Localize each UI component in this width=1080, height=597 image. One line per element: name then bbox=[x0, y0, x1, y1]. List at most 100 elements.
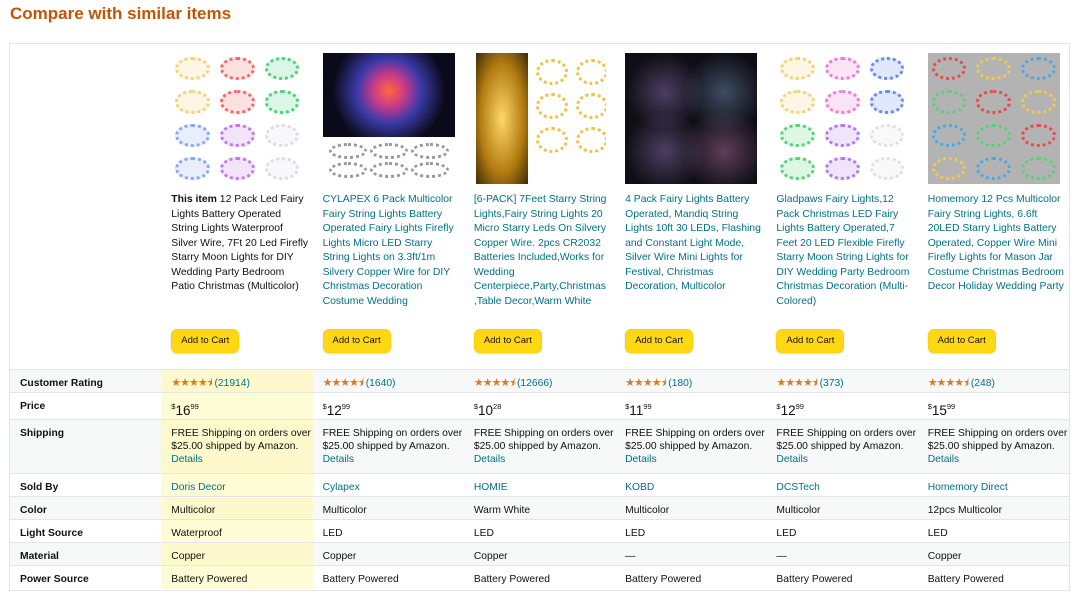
shipping-details-link[interactable]: Details bbox=[171, 454, 202, 465]
price-cents: 99 bbox=[643, 402, 652, 411]
material-cell: — bbox=[615, 542, 767, 566]
rating-count-link[interactable]: (1640) bbox=[366, 378, 396, 389]
shipping-row: Shipping FREE Shipping on orders over $2… bbox=[10, 419, 1069, 474]
add-to-cart-button[interactable]: Add to Cart bbox=[322, 329, 391, 353]
price-cents: 99 bbox=[190, 402, 199, 411]
product-column: [6-PACK] 7Feet Starry String Lights,Fair… bbox=[464, 44, 615, 370]
product-image[interactable] bbox=[776, 53, 909, 184]
product-title-text[interactable]: [6-PACK] 7Feet Starry String Lights,Fair… bbox=[474, 194, 607, 307]
light-source-cell: LED bbox=[312, 519, 464, 543]
add-to-cart-button[interactable]: Add to Cart bbox=[625, 329, 694, 353]
empty-corner-cell bbox=[10, 44, 161, 370]
color-cell: Multicolor bbox=[615, 496, 767, 520]
product-title-text[interactable]: Homemory 12 Pcs Multicolor Fairy String … bbox=[928, 194, 1064, 292]
star-rating-icon[interactable]: ★★★★⯨ bbox=[171, 377, 212, 389]
product-title[interactable]: Homemory 12 Pcs Multicolor Fairy String … bbox=[928, 193, 1066, 295]
seller-link[interactable]: KOBD bbox=[625, 482, 654, 493]
price-value: $1028 bbox=[474, 402, 502, 418]
light-source-cell: LED bbox=[917, 519, 1069, 543]
light-source-cell: LED bbox=[463, 519, 616, 543]
shipping-cell: FREE Shipping on orders over $25.00 ship… bbox=[312, 419, 464, 474]
shipping-label: Shipping bbox=[10, 419, 162, 474]
price-cents: 99 bbox=[795, 402, 804, 411]
rating-cell[interactable]: ★★★★⯨ (21914) bbox=[161, 369, 313, 393]
add-to-cart-button[interactable]: Add to Cart bbox=[473, 329, 542, 353]
shipping-cell: FREE Shipping on orders over $25.00 ship… bbox=[463, 419, 616, 474]
product-title-text[interactable]: CYLAPEX 6 Pack Multicolor Fairy String L… bbox=[323, 194, 454, 307]
product-column: CYLAPEX 6 Pack Multicolor Fairy String L… bbox=[313, 44, 464, 370]
product-title[interactable]: Gladpaws Fairy Lights,12 Pack Christmas … bbox=[776, 193, 914, 309]
sold-by-label: Sold By bbox=[10, 473, 162, 497]
seller-link[interactable]: Doris Decor bbox=[171, 482, 225, 493]
shipping-details-link[interactable]: Details bbox=[928, 454, 959, 465]
rating-count-link[interactable]: (248) bbox=[971, 378, 995, 389]
product-image[interactable] bbox=[322, 53, 455, 184]
rating-count-link[interactable]: (180) bbox=[668, 378, 692, 389]
shipping-text: FREE Shipping on orders over $25.00 ship… bbox=[322, 428, 463, 452]
product-image[interactable] bbox=[473, 53, 606, 184]
sold-by-cell: DCSTech bbox=[766, 473, 918, 497]
seller-link[interactable]: Homemory Direct bbox=[928, 482, 1008, 493]
color-row: Color Multicolor Multicolor Warm White Mult… bbox=[10, 496, 1069, 520]
product-column: Gladpaws Fairy Lights,12 Pack Christmas … bbox=[766, 44, 917, 370]
product-image[interactable] bbox=[171, 53, 304, 184]
shipping-text: FREE Shipping on orders over $25.00 ship… bbox=[927, 428, 1068, 452]
sold-by-cell: Cylapex bbox=[312, 473, 464, 497]
price-dollars: 10 bbox=[478, 403, 494, 418]
rating-row: Customer Rating ★★★★⯨ (21914) ★★★★⯨ (1640… bbox=[10, 369, 1069, 393]
shipping-details-link[interactable]: Details bbox=[625, 454, 656, 465]
star-rating-icon[interactable]: ★★★★⯨ bbox=[776, 377, 817, 389]
shipping-text: FREE Shipping on orders over $25.00 ship… bbox=[171, 428, 311, 452]
seller-link[interactable]: HOMIE bbox=[474, 482, 508, 493]
rating-cell[interactable]: ★★★★⯨ (248) bbox=[917, 369, 1069, 393]
price-cell: $1299 bbox=[766, 392, 918, 420]
shipping-details-link[interactable]: Details bbox=[776, 454, 807, 465]
star-rating-icon[interactable]: ★★★★⯨ bbox=[625, 377, 666, 389]
shipping-details-link[interactable]: Details bbox=[323, 454, 354, 465]
section-heading: Compare with similar items bbox=[10, 4, 232, 23]
material-cell: — bbox=[766, 542, 918, 566]
price-dollars: 11 bbox=[629, 403, 644, 418]
product-title-text[interactable]: Gladpaws Fairy Lights,12 Pack Christmas … bbox=[776, 194, 909, 307]
color-cell: Multicolor bbox=[766, 496, 918, 520]
rating-count-link[interactable]: (12666) bbox=[517, 378, 553, 389]
rating-count-link[interactable]: (21914) bbox=[214, 378, 250, 389]
product-image[interactable] bbox=[927, 53, 1060, 184]
seller-link[interactable]: Cylapex bbox=[323, 482, 360, 493]
comparison-table: This item 12 Pack Led Fairy Lights Batte… bbox=[9, 43, 1070, 591]
product-title[interactable]: CYLAPEX 6 Pack Multicolor Fairy String L… bbox=[323, 193, 461, 309]
rating-cell[interactable]: ★★★★⯨ (12666) bbox=[463, 369, 616, 393]
add-to-cart-button[interactable]: Add to Cart bbox=[927, 329, 996, 353]
rating-cell[interactable]: ★★★★⯨ (180) bbox=[615, 369, 767, 393]
product-title: This item 12 Pack Led Fairy Lights Batte… bbox=[171, 193, 309, 295]
add-to-cart-button[interactable]: Add to Cart bbox=[776, 329, 845, 353]
product-title-text[interactable]: 4 Pack Fairy Lights Battery Operated, Ma… bbox=[625, 194, 761, 292]
this-item-label: This item bbox=[171, 194, 217, 205]
sold-by-cell: Doris Decor bbox=[161, 473, 313, 497]
rating-label: Customer Rating bbox=[10, 369, 162, 393]
price-cents: 28 bbox=[493, 402, 502, 411]
power-source-cell: Battery Powered bbox=[917, 565, 1069, 589]
rating-cell[interactable]: ★★★★⯨ (1640) bbox=[312, 369, 464, 393]
price-value: $1299 bbox=[776, 402, 804, 418]
product-column: Homemory 12 Pcs Multicolor Fairy String … bbox=[918, 44, 1069, 370]
price-dollars: 16 bbox=[175, 403, 191, 418]
star-rating-icon[interactable]: ★★★★⯨ bbox=[323, 377, 364, 389]
product-title[interactable]: [6-PACK] 7Feet Starry String Lights,Fair… bbox=[474, 193, 612, 309]
sold-by-cell: HOMIE bbox=[463, 473, 616, 497]
add-to-cart-button[interactable]: Add to Cart bbox=[171, 329, 240, 353]
rating-count-link[interactable]: (373) bbox=[820, 378, 844, 389]
product-title[interactable]: 4 Pack Fairy Lights Battery Operated, Ma… bbox=[625, 193, 763, 295]
rating-cell[interactable]: ★★★★⯨ (373) bbox=[766, 369, 918, 393]
seller-link[interactable]: DCSTech bbox=[776, 482, 820, 493]
star-rating-icon[interactable]: ★★★★⯨ bbox=[474, 377, 515, 389]
product-image[interactable] bbox=[625, 53, 758, 184]
shipping-details-link[interactable]: Details bbox=[474, 454, 505, 465]
shipping-cell: FREE Shipping on orders over $25.00 ship… bbox=[917, 419, 1069, 474]
star-rating-icon[interactable]: ★★★★⯨ bbox=[928, 377, 969, 389]
power-source-cell: Battery Powered bbox=[615, 565, 767, 589]
shipping-text: FREE Shipping on orders over $25.00 ship… bbox=[625, 428, 765, 452]
light-source-row: Light Source Waterproof LED LED LED LED LED bbox=[10, 519, 1069, 543]
power-source-cell: Battery Powered bbox=[312, 565, 464, 589]
material-cell: Copper bbox=[161, 542, 313, 566]
